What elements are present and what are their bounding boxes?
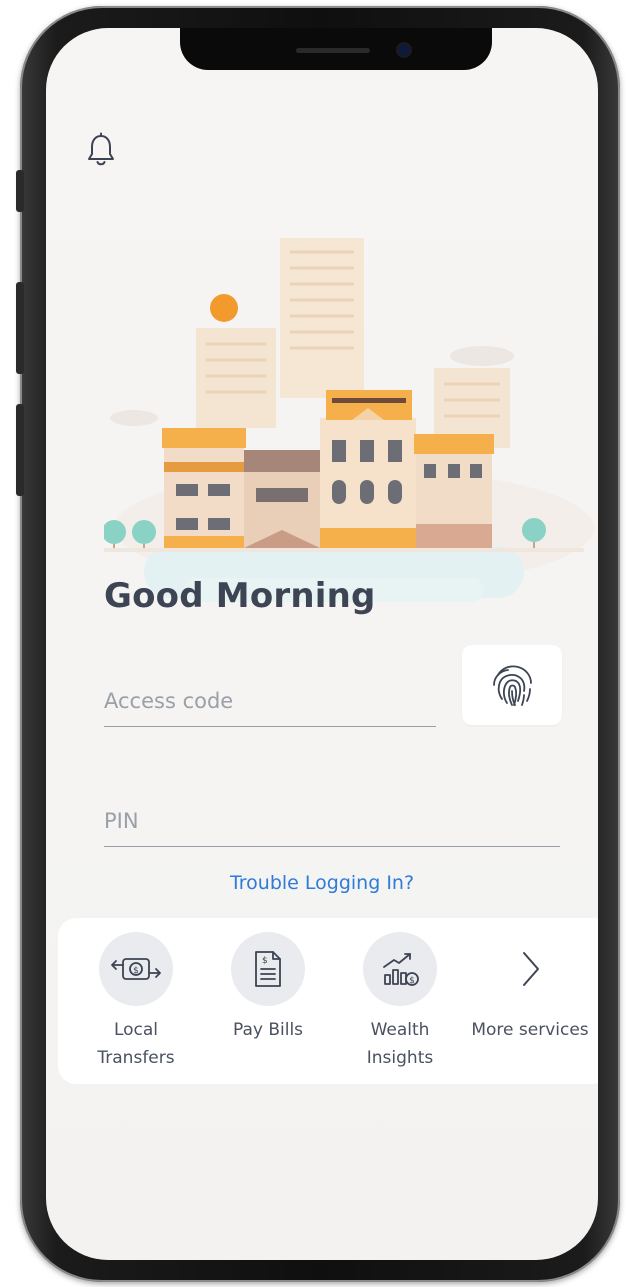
greeting-title: Good Morning [104,576,376,616]
quick-services-panel: $ Local Transfers $ Pay Bills $ Wealth I… [58,918,598,1084]
fingerprint-icon [493,665,532,706]
side-button-volume-down [16,404,24,496]
city-illustration [104,238,594,602]
service-more-services[interactable]: More services [470,932,590,1044]
service-label: More services [471,1020,589,1040]
trouble-logging-in-link[interactable]: Trouble Logging In? [46,872,598,894]
service-label: Local Transfers [97,1020,175,1068]
pin-input[interactable] [104,796,560,847]
bill-document-icon: $ [255,951,281,987]
service-icon-circle: $ [363,932,437,1006]
front-camera [398,44,410,56]
service-icon-circle [493,932,567,1006]
growth-chart-icon: $ [383,953,419,986]
service-icon-circle: $ [99,932,173,1006]
service-icon-circle: $ [231,932,305,1006]
service-label: Wealth Insights [366,1020,434,1068]
service-label: Pay Bills [232,1020,304,1040]
side-button-volume-up [16,282,24,374]
app-screen: Good Morning Trouble Logging In? $ [46,28,598,1260]
side-button-mute [16,170,24,212]
bell-icon[interactable] [86,132,116,168]
service-local-transfers[interactable]: $ Local Transfers [76,932,196,1072]
service-pay-bills[interactable]: $ Pay Bills [208,932,328,1044]
svg-text:$: $ [133,966,139,976]
earpiece-speaker [296,48,370,53]
chevron-right-icon [523,952,539,986]
svg-text:$: $ [409,976,415,986]
fingerprint-login-button[interactable] [462,645,562,725]
service-wealth-insights[interactable]: $ Wealth Insights [340,932,460,1072]
phone-notch [180,28,492,70]
money-transfer-icon: $ [111,958,161,980]
svg-text:$: $ [262,956,268,966]
access-code-input[interactable] [104,676,436,727]
